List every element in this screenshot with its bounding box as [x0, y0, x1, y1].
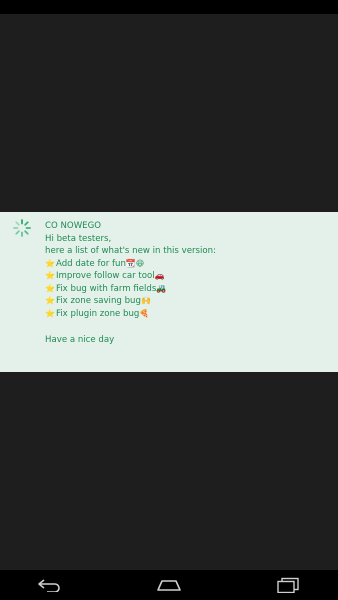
changelog-item-text: Fix zone saving bug — [55, 296, 141, 306]
changelog-item: ⭐Fix plugin zone bug🍕 — [45, 308, 330, 321]
star-bullet-icon: ⭐ — [45, 283, 55, 293]
home-icon — [157, 580, 181, 591]
changelog-item: ⭐Fix bug with farm fields🚜 — [45, 283, 330, 296]
loading-spinner-icon — [13, 219, 31, 237]
status-bar — [0, 0, 338, 14]
greeting-text: Hi beta testers, — [45, 233, 112, 244]
navigation-bar — [0, 570, 338, 600]
pizza-emoji-icon: 🍕 — [139, 308, 150, 318]
changelog-item-text: Fix plugin zone bug — [55, 308, 140, 319]
changelog-item: ⭐Fix zone saving bug🙌 — [45, 295, 330, 308]
changelog-item-text: Improve follow car tool — [55, 271, 155, 281]
star-bullet-icon: ⭐ — [45, 308, 55, 318]
back-button[interactable] — [30, 574, 70, 596]
dialog-title: CO NOWEGO — [45, 221, 102, 231]
back-arrow-icon — [38, 579, 60, 592]
home-button[interactable] — [149, 574, 189, 596]
dialog-message: CO NOWEGO Hi beta testers, here a list o… — [45, 220, 330, 347]
star-bullet-icon: ⭐ — [45, 296, 55, 305]
star-bullet-icon: ⭐ — [45, 258, 55, 268]
changelog-item: ⭐Improve follow car tool🚗 — [45, 270, 330, 283]
closing-text: Have a nice day — [45, 335, 115, 345]
raised-hands-emoji-icon: 🙌 — [140, 296, 151, 305]
recent-apps-button[interactable] — [268, 574, 308, 596]
whats-new-dialog: CO NOWEGO Hi beta testers, here a list o… — [0, 212, 338, 372]
calendar-laugh-emoji-icon: 📆😆 — [125, 258, 145, 268]
recent-apps-icon — [277, 577, 299, 593]
changelog-item: ⭐Add date for fun📆😆 — [45, 258, 330, 271]
screen: CO NOWEGO Hi beta testers, here a list o… — [0, 0, 338, 600]
tractor-emoji-icon: 🚜 — [156, 283, 167, 293]
intro-text: here a list of what's new in this versio… — [45, 246, 216, 256]
changelog-item-text: Fix bug with farm fields — [55, 283, 157, 294]
car-emoji-icon: 🚗 — [154, 271, 165, 280]
star-bullet-icon: ⭐ — [45, 271, 55, 280]
changelog-item-text: Add date for fun — [55, 258, 126, 269]
